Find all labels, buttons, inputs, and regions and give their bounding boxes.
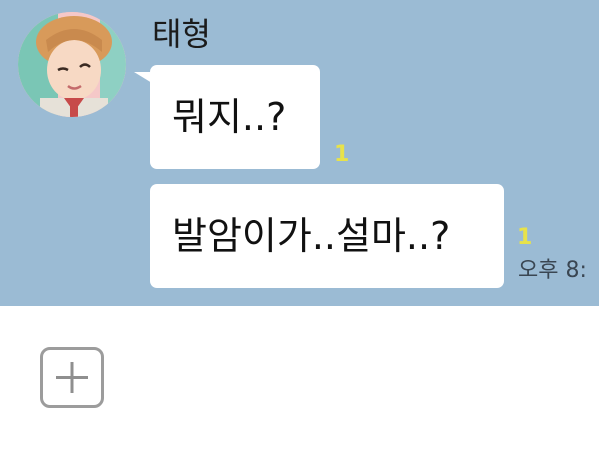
unread-count: 1 bbox=[334, 142, 350, 167]
message-text: 발암이가..설마..? bbox=[172, 214, 451, 258]
sender-name: 태형 bbox=[152, 15, 211, 53]
message-bubble[interactable]: 발암이가..설마..? bbox=[150, 184, 504, 288]
attach-button[interactable] bbox=[40, 347, 104, 408]
message-bubble[interactable]: 뭐지..? bbox=[150, 65, 320, 169]
plus-icon bbox=[56, 362, 88, 393]
composer-bar bbox=[0, 306, 599, 450]
message-text: 뭐지..? bbox=[172, 95, 287, 139]
sender-avatar[interactable] bbox=[18, 12, 126, 117]
profile-photo-icon bbox=[18, 12, 126, 117]
message-time: 오후 8: bbox=[518, 258, 587, 283]
chat-area: 태형 뭐지..? 1 발암이가..설마..? 1 오후 8: bbox=[0, 0, 599, 306]
unread-count: 1 bbox=[517, 225, 533, 250]
